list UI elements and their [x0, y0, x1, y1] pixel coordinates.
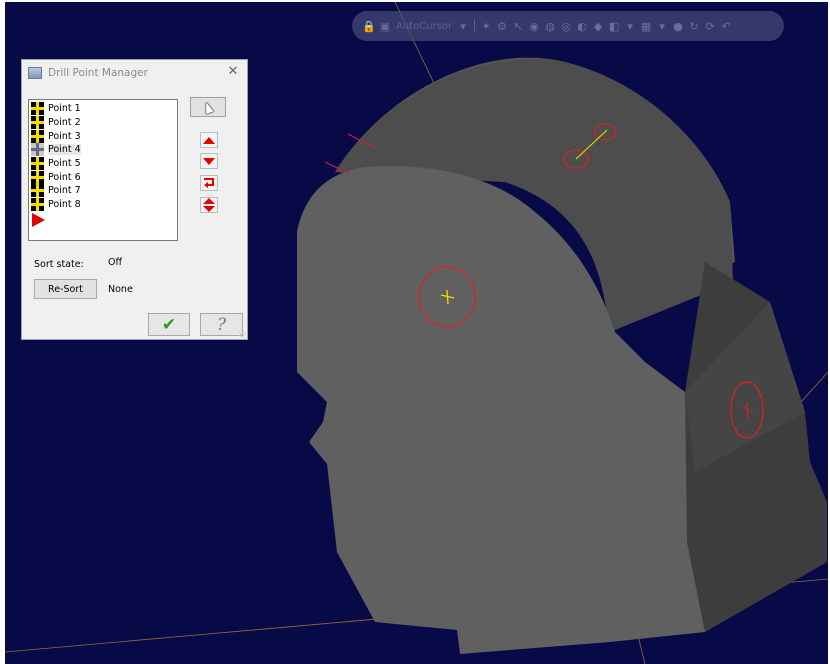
list-item[interactable]: Point 5 [29, 157, 177, 171]
point-icon [31, 129, 44, 143]
lock-icon[interactable]: 🔒 [362, 19, 376, 33]
view-top-icon[interactable]: ◍ [543, 19, 557, 33]
point-icon [31, 170, 44, 184]
point-icon [31, 184, 44, 198]
dropdown-icon[interactable]: ▾ [655, 19, 669, 33]
point-icon [31, 157, 44, 171]
re-sort-value: None [108, 284, 133, 295]
list-item[interactable]: Point 1 [29, 102, 177, 116]
view-front-icon[interactable]: ◎ [559, 19, 573, 33]
help-icon: ? [216, 314, 227, 335]
view-right-icon[interactable]: ◐ [575, 19, 589, 33]
end-marker-icon[interactable] [32, 212, 45, 227]
re-sort-button[interactable]: Re-Sort [34, 279, 97, 299]
list-item[interactable]: Point 6 [29, 170, 177, 184]
snap-icon[interactable]: ✦ [479, 19, 493, 33]
swap-button[interactable] [200, 197, 218, 213]
reverse-icon [204, 178, 214, 188]
undo-view-icon[interactable]: ↶ [719, 19, 733, 33]
view-iso-icon[interactable]: ◉ [527, 19, 541, 33]
grid-icon[interactable]: ▦ [639, 19, 653, 33]
floating-toolbar: 🔒 ▣ AutoCursor ▾ ✦ ⚙ ↖ ◉ ◍ ◎ ◐ ◆ ◧ ▾ ▦ ▾… [352, 11, 784, 41]
shade-icon[interactable]: ◆ [591, 19, 605, 33]
render-icon[interactable]: ◧ [607, 19, 621, 33]
list-item-selected[interactable]: Point 4 [29, 143, 177, 157]
list-item[interactable]: Point 8 [29, 198, 177, 212]
sort-state-value: Off [108, 257, 123, 268]
refresh-icon[interactable]: ⟳ [703, 19, 717, 33]
move-down-button[interactable] [200, 153, 218, 169]
ok-checkmark-icon: ✔ [161, 314, 177, 335]
highlight-icon[interactable]: ● [671, 19, 685, 33]
point-list[interactable]: Point 1 Point 2 Point 3 Point 4 Point 5 … [28, 99, 178, 241]
cursor-icon [202, 100, 214, 114]
point-icon [31, 116, 44, 130]
close-icon[interactable]: ✕ [225, 64, 241, 80]
point-icon [31, 198, 44, 212]
sort-state-label: Sort state: [34, 259, 84, 270]
move-up-icon [203, 136, 215, 144]
ok-button[interactable]: ✔ [148, 313, 190, 336]
move-up-button[interactable] [200, 132, 218, 148]
list-item[interactable]: Point 3 [29, 129, 177, 143]
move-down-icon [203, 157, 215, 165]
list-item[interactable]: Point 2 [29, 116, 177, 130]
gear-icon[interactable]: ⚙ [495, 19, 509, 33]
select-icon[interactable]: ▣ [378, 19, 392, 33]
dropdown-icon[interactable]: ▾ [456, 19, 470, 33]
pointer-icon[interactable]: ↖ [511, 19, 525, 33]
window-icon [28, 67, 42, 79]
drill-point-manager-dialog: Drill Point Manager ✕ Point 1 Point 2 Po… [21, 59, 248, 340]
dropdown-icon[interactable]: ▾ [623, 19, 637, 33]
toolbar-separator [474, 19, 476, 33]
dialog-title: Drill Point Manager [48, 67, 148, 79]
autocursor-label[interactable]: AutoCursor [394, 21, 454, 32]
list-item[interactable]: Point 7 [29, 184, 177, 198]
point-icon [31, 102, 44, 116]
reverse-button[interactable] [200, 175, 218, 191]
swap-icon [203, 198, 215, 212]
point-icon [31, 143, 44, 157]
resize-grip[interactable] [239, 331, 246, 338]
dialog-titlebar[interactable]: Drill Point Manager ✕ [22, 60, 247, 86]
help-button[interactable]: ? [200, 313, 243, 336]
pick-point-button[interactable] [190, 97, 226, 117]
rotate-select-icon[interactable]: ↻ [687, 19, 701, 33]
